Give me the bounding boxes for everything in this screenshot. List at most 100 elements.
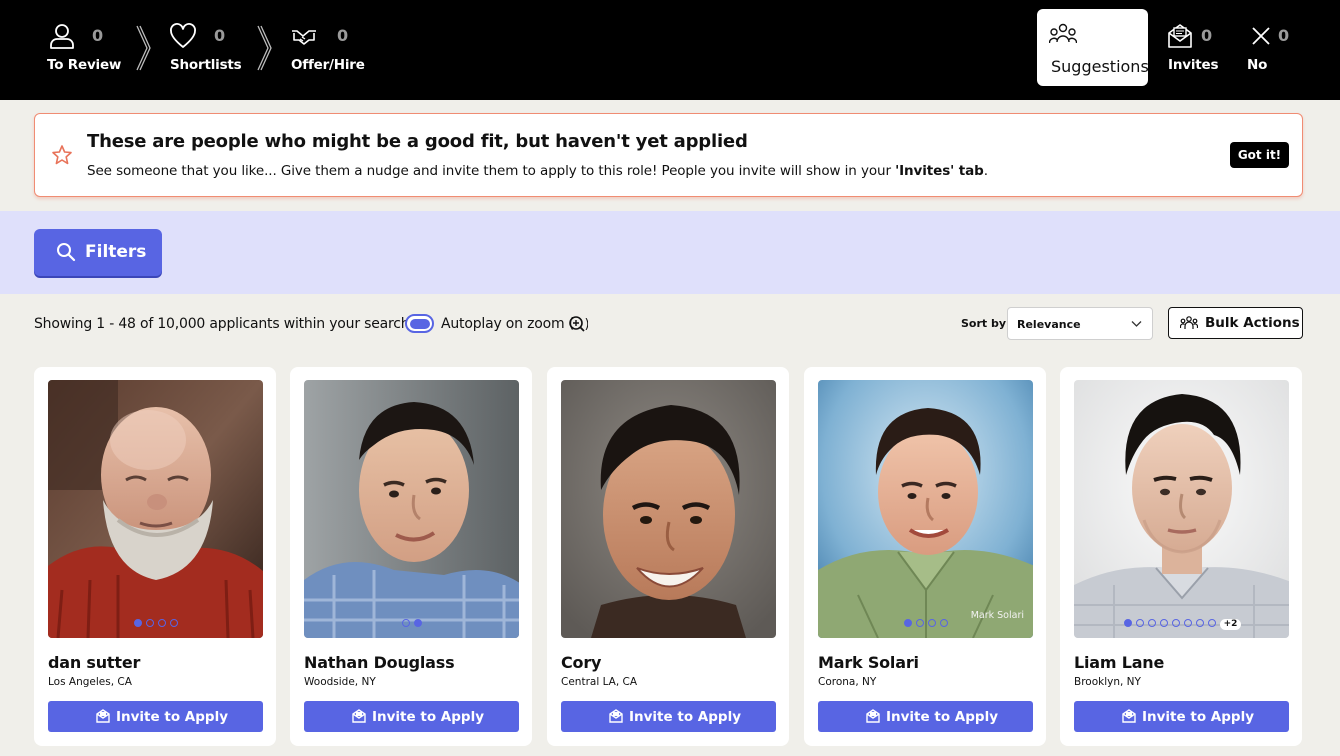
envelope-icon: [96, 709, 110, 723]
person-icon: [50, 24, 74, 49]
shortlists-count: 0: [214, 26, 226, 45]
no-count: 0: [1278, 26, 1290, 45]
carousel-dot[interactable]: [157, 619, 166, 627]
invite-label: Invite to Apply: [629, 709, 742, 725]
candidate-photo[interactable]: [561, 380, 776, 638]
carousel-dot[interactable]: [401, 619, 410, 627]
carousel-dot[interactable]: [169, 619, 178, 627]
candidate-name[interactable]: Cory: [561, 653, 601, 672]
carousel-dot[interactable]: [915, 619, 924, 627]
envelope-icon: [866, 709, 880, 723]
headshot-image: [304, 380, 519, 638]
carousel-dot[interactable]: [1135, 619, 1144, 627]
autoplay-label: Autoplay on zoom (: [441, 316, 574, 332]
candidate-photo[interactable]: [304, 380, 519, 638]
candidate-card[interactable]: +2 Liam Lane Brooklyn, NY Invite to Appl…: [1060, 367, 1302, 746]
carousel-dot[interactable]: [1207, 619, 1216, 627]
to-review-label: To Review: [47, 57, 122, 73]
invite-label: Invite to Apply: [372, 709, 485, 725]
star-icon: [52, 145, 72, 165]
zoom-in-icon: ): [569, 316, 588, 332]
stage-shortlists[interactable]: 0 Shortlists: [169, 0, 249, 100]
banner-body-text: See someone that you like... Give them a…: [87, 163, 896, 179]
candidate-card[interactable]: Mark Solari Mark Solari Corona, NY Invit…: [804, 367, 1046, 746]
candidate-name[interactable]: Nathan Douglass: [304, 653, 455, 672]
candidate-card[interactable]: dan sutter Los Angeles, CA Invite to App…: [34, 367, 276, 746]
invite-to-apply-button[interactable]: Invite to Apply: [304, 701, 519, 732]
photo-carousel-dots[interactable]: [48, 619, 263, 629]
carousel-dot[interactable]: [133, 619, 142, 627]
autoplay-toggle[interactable]: [405, 314, 434, 333]
carousel-dot[interactable]: [1195, 619, 1204, 627]
carousel-dot[interactable]: [1123, 619, 1132, 627]
to-review-count: 0: [92, 26, 104, 45]
carousel-dot[interactable]: [927, 619, 936, 627]
banner-body-bold: 'Invites' tab: [895, 163, 984, 179]
candidate-location: Corona, NY: [818, 676, 877, 688]
heart-icon: [170, 23, 196, 48]
carousel-dot[interactable]: [903, 619, 912, 627]
photo-carousel-dots[interactable]: [818, 619, 1033, 629]
photo-carousel-dots[interactable]: [304, 619, 519, 629]
candidate-card[interactable]: Nathan Douglass Woodside, NY Invite to A…: [290, 367, 532, 746]
envelope-icon: [609, 709, 623, 723]
stage-to-review[interactable]: 0 To Review: [46, 0, 126, 100]
candidate-name[interactable]: dan sutter: [48, 653, 140, 672]
invite-label: Invite to Apply: [116, 709, 229, 725]
filter-strip: Filters: [0, 211, 1340, 294]
sort-by-label: Sort by: [961, 317, 1007, 330]
offer-hire-label: Offer/Hire: [291, 57, 365, 73]
more-photos-badge[interactable]: +2: [1219, 619, 1242, 630]
invite-to-apply-button[interactable]: Invite to Apply: [818, 701, 1033, 732]
got-it-button[interactable]: Got it!: [1230, 142, 1289, 168]
suggestions-info-banner: These are people who might be a good fit…: [34, 113, 1303, 197]
invites-count: 0: [1201, 26, 1213, 45]
invite-to-apply-button[interactable]: Invite to Apply: [561, 701, 776, 732]
invite-to-apply-button[interactable]: Invite to Apply: [48, 701, 263, 732]
toggle-knob: [410, 318, 430, 329]
carousel-dot[interactable]: [939, 619, 948, 627]
chevron-right-icon: [136, 25, 151, 71]
carousel-dot[interactable]: [1147, 619, 1156, 627]
invite-to-apply-button[interactable]: Invite to Apply: [1074, 701, 1289, 732]
sort-value: Relevance: [1017, 318, 1081, 331]
candidate-photo[interactable]: Mark Solari: [818, 380, 1033, 638]
banner-body: See someone that you like... Give them a…: [87, 163, 988, 179]
carousel-dot[interactable]: [413, 619, 422, 627]
invite-label: Invite to Apply: [1142, 709, 1255, 725]
candidate-location: Woodside, NY: [304, 676, 376, 688]
filters-label: Filters: [85, 242, 147, 262]
handshake-icon: [292, 30, 316, 45]
stage-suggestions[interactable]: Suggestions: [1037, 9, 1149, 86]
people-group-icon: [1180, 316, 1198, 329]
banner-title: These are people who might be a good fit…: [87, 131, 748, 152]
candidate-name[interactable]: Mark Solari: [818, 653, 919, 672]
candidate-photo[interactable]: +2: [1074, 380, 1289, 638]
photo-carousel-dots[interactable]: +2: [1074, 619, 1289, 630]
headshot-image: [818, 380, 1033, 638]
carousel-dot[interactable]: [1183, 619, 1192, 627]
results-count-text: Showing 1 - 48 of 10,000 applicants with…: [34, 316, 414, 332]
sort-select[interactable]: Relevance: [1007, 307, 1153, 340]
carousel-dot[interactable]: [1171, 619, 1180, 627]
filters-button[interactable]: Filters: [34, 229, 162, 276]
carousel-dot[interactable]: [145, 619, 154, 627]
candidate-name[interactable]: Liam Lane: [1074, 653, 1164, 672]
offer-hire-count: 0: [337, 26, 349, 45]
stage-invites[interactable]: 0 Invites: [1166, 0, 1226, 100]
envelope-icon: [352, 709, 366, 723]
stage-no[interactable]: 0 No: [1246, 0, 1296, 100]
headshot-image: [48, 380, 263, 638]
bulk-actions-button[interactable]: Bulk Actions: [1168, 307, 1303, 339]
candidate-photo[interactable]: [48, 380, 263, 638]
candidate-location: Los Angeles, CA: [48, 676, 132, 688]
search-icon: [57, 243, 76, 262]
pipeline-bar: 0 To Review 0 Shortlists 0 Offer/Hire Su…: [0, 0, 1340, 100]
invite-label: Invite to Apply: [886, 709, 999, 725]
envelope-icon: [1168, 24, 1192, 48]
carousel-dot[interactable]: [1159, 619, 1168, 627]
stage-offer-hire[interactable]: 0 Offer/Hire: [290, 0, 370, 100]
invites-label: Invites: [1168, 57, 1219, 73]
shortlists-label: Shortlists: [170, 57, 242, 73]
candidate-card[interactable]: Cory Central LA, CA Invite to Apply: [547, 367, 789, 746]
